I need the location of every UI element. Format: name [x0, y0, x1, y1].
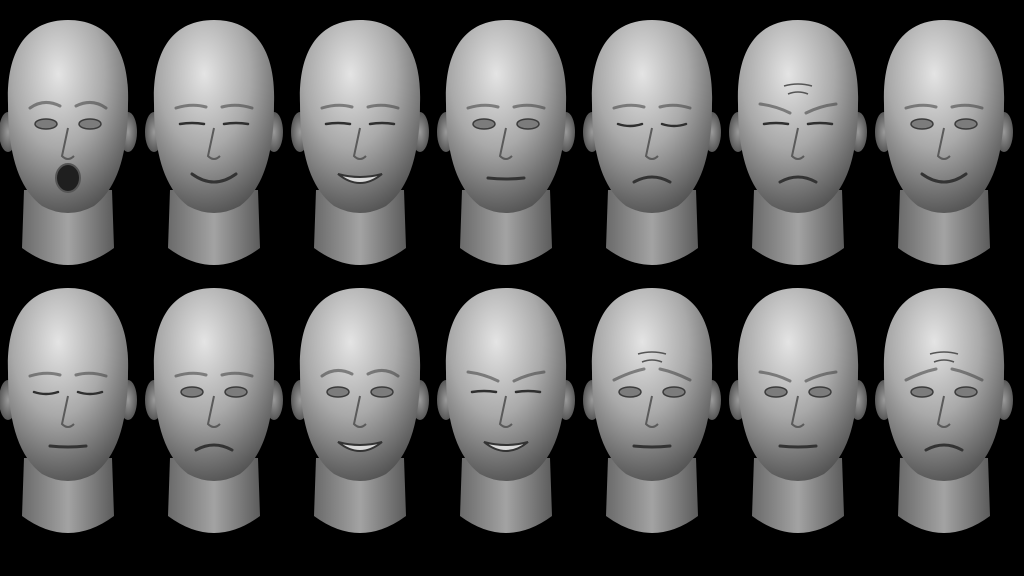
head-grin [291, 20, 429, 265]
head-bared-teeth-grin [291, 288, 429, 533]
right-eye [808, 386, 832, 398]
head [153, 20, 275, 213]
left-eye [910, 118, 934, 130]
head [299, 20, 421, 213]
right-eye [370, 386, 394, 398]
head [299, 288, 421, 481]
left-eye [910, 386, 934, 398]
head-doubtful-frown [145, 288, 283, 533]
right-eye [224, 386, 248, 398]
mouth [55, 163, 81, 193]
head-relaxed-eyes-closed [0, 288, 137, 533]
head-smirk [875, 20, 1013, 265]
right-eye [78, 118, 102, 130]
head [737, 288, 859, 481]
left-eye [326, 386, 350, 398]
head-sad-frown [875, 288, 1013, 533]
head [737, 20, 859, 213]
head [445, 20, 567, 213]
head [591, 20, 713, 213]
head-neutral [437, 20, 575, 265]
left-eye [762, 121, 790, 126]
head [883, 288, 1005, 481]
head [445, 288, 567, 481]
left-eye [618, 386, 642, 398]
head-scrunched-disgust [729, 20, 867, 265]
right-eye [368, 121, 396, 126]
face-expression-grid [0, 0, 1024, 576]
head [591, 288, 713, 481]
right-eye [662, 386, 686, 398]
right-eye [954, 386, 978, 398]
head [7, 288, 129, 481]
left-eye [180, 386, 204, 398]
head-grimace [437, 288, 575, 533]
sculpt-canvas [0, 20, 1013, 533]
left-eye [34, 118, 58, 130]
head [153, 288, 275, 481]
left-eye [324, 121, 352, 126]
mouth [48, 444, 88, 449]
left-eye [470, 389, 498, 394]
left-eye [178, 121, 206, 126]
right-eye [516, 118, 540, 130]
mouth [486, 176, 526, 181]
mouth [778, 444, 818, 449]
left-eye [764, 386, 788, 398]
mouth [632, 444, 672, 449]
head-pout-eyes-closed [583, 20, 721, 265]
head [883, 20, 1005, 213]
head-worried [583, 288, 721, 533]
head-stern [729, 288, 867, 533]
right-eye [806, 121, 834, 126]
right-eye [514, 389, 542, 394]
right-eye [222, 121, 250, 126]
head-surprised-open-mouth [0, 20, 137, 265]
right-eye [954, 118, 978, 130]
head-smile [145, 20, 283, 265]
left-eye [472, 118, 496, 130]
